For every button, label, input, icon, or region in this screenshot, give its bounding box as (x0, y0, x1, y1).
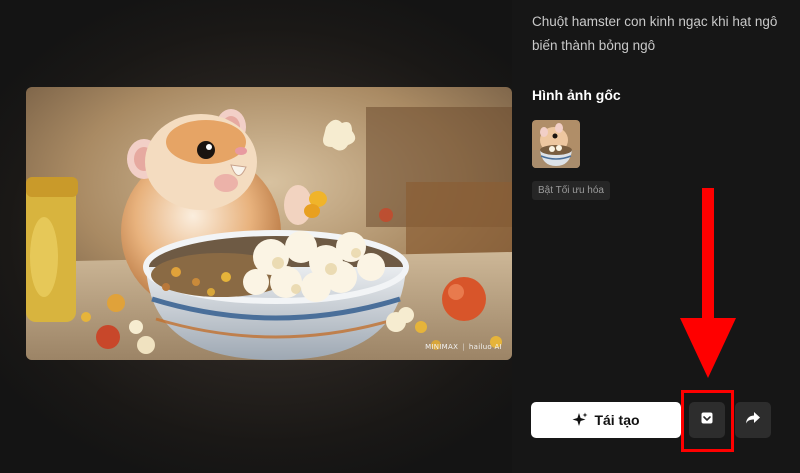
generated-video-frame[interactable]: MINIMAX | hailuo AI (26, 87, 512, 360)
hamster-popcorn-image (26, 87, 512, 360)
video-watermark: MINIMAX | hailuo AI (425, 343, 502, 351)
annotation-arrow-icon (680, 188, 736, 378)
watermark-product: hailuo AI (468, 343, 502, 351)
optimize-tag: Bật Tối ưu hóa (532, 181, 610, 200)
prompt-text: Chuột hamster con kinh ngạc khi hạt ngô … (532, 14, 778, 53)
share-button[interactable] (735, 402, 771, 438)
regenerate-button[interactable]: Tái tạo (531, 402, 681, 438)
sparkle-icon (572, 412, 588, 428)
annotation-highlight-box (681, 390, 734, 452)
watermark-brand: MINIMAX (425, 343, 459, 351)
share-arrow-icon (745, 411, 761, 430)
regenerate-label: Tái tạo (594, 412, 640, 428)
original-image-title: Hình ảnh gốc (532, 87, 621, 103)
video-preview-area: MINIMAX | hailuo AI (0, 0, 512, 473)
original-image-thumbnail[interactable] (532, 120, 580, 168)
